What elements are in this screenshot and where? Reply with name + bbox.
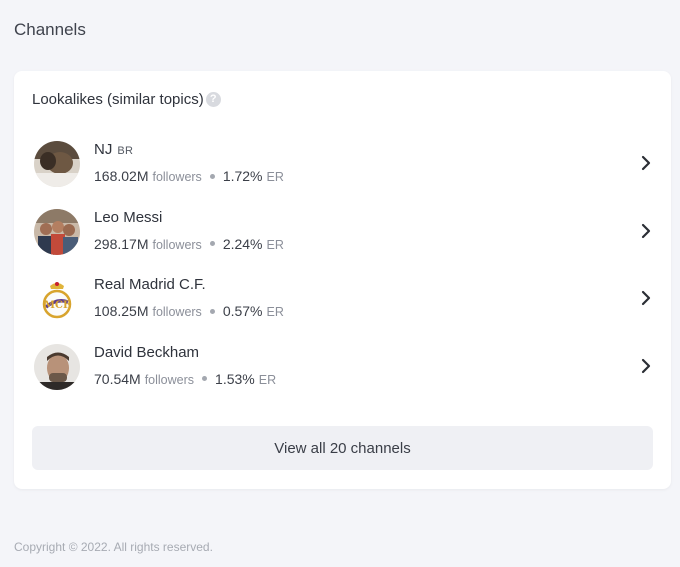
channel-name: Leo Messi — [94, 209, 162, 226]
card-title: Lookalikes (similar topics) ? — [32, 91, 221, 108]
channel-row-leo-messi[interactable]: Leo Messi 298.17M followers 2.24% ER — [14, 201, 671, 269]
page-title: Channels — [14, 20, 86, 39]
channel-stats: 168.02M followers 1.72% ER — [94, 168, 284, 184]
er-value: 1.72% — [222, 168, 263, 184]
channel-row-real-madrid[interactable]: MCF Real Madrid C.F. 108.25M followers 0.5… — [14, 268, 671, 336]
channel-stats: 298.17M followers 2.24% ER — [94, 236, 284, 252]
followers-label: followers — [144, 372, 195, 387]
lookalikes-card: Lookalikes (similar topics) ? NJ BR 168.0… — [14, 71, 671, 489]
followers-count: 108.25M — [94, 303, 149, 319]
channel-name: NJ BR — [94, 141, 133, 158]
followers-count: 70.54M — [94, 370, 141, 387]
separator-dot — [209, 308, 215, 314]
followers-label: followers — [152, 305, 202, 319]
card-title-text: Lookalikes (similar topics) — [32, 91, 204, 108]
separator-dot — [209, 173, 215, 179]
followers-count: 168.02M — [94, 168, 149, 184]
followers-label: followers — [152, 237, 202, 252]
er-value: 2.24% — [222, 235, 263, 252]
channel-row-nj[interactable]: NJ BR 168.02M followers 1.72% ER — [14, 133, 671, 201]
country-code: BR — [117, 145, 134, 157]
channel-stats: 70.54M followers 1.53% ER — [94, 371, 276, 387]
question-circle-icon[interactable]: ? — [205, 92, 221, 107]
followers-label: followers — [152, 170, 202, 184]
channel-name: David Beckham — [94, 344, 199, 361]
er-label: ER — [258, 372, 277, 387]
svg-text:MCF: MCF — [44, 300, 70, 311]
avatar-david-beckham — [34, 343, 80, 390]
channel-stats: 108.25M followers 0.57% ER — [94, 303, 284, 319]
chevron-right-icon[interactable] — [639, 356, 653, 376]
chevron-right-icon[interactable] — [639, 153, 653, 173]
footer-copyright: Copyright © 2022. All rights reserved. — [14, 540, 213, 554]
channel-name-text: NJ — [94, 141, 113, 158]
er-label: ER — [266, 170, 284, 184]
er-value: 1.53% — [215, 370, 255, 387]
chevron-right-icon[interactable] — [639, 221, 653, 241]
channel-name-text: David Beckham — [94, 343, 200, 361]
channel-list: NJ BR 168.02M followers 1.72% ER Leo Mes… — [14, 133, 671, 403]
er-value: 0.57% — [222, 303, 263, 319]
channel-name: Real Madrid C.F. — [94, 276, 206, 293]
chevron-right-icon[interactable] — [639, 288, 653, 308]
er-label: ER — [266, 237, 284, 252]
avatar-nj — [34, 141, 80, 187]
channel-row-david-beckham[interactable]: David Beckham 70.54M followers 1.53% ER — [14, 336, 671, 404]
avatar-leo-messi — [34, 208, 80, 255]
er-label: ER — [266, 305, 284, 319]
channel-name-text: Leo Messi — [94, 208, 163, 226]
real-madrid-crest-logo: MCF — [34, 276, 80, 322]
channel-name-text: Real Madrid C.F. — [94, 276, 206, 293]
separator-dot — [209, 241, 215, 247]
separator-dot — [202, 376, 208, 382]
view-all-channels-button[interactable]: View all 20 channels — [32, 426, 653, 470]
followers-count: 298.17M — [94, 235, 149, 252]
